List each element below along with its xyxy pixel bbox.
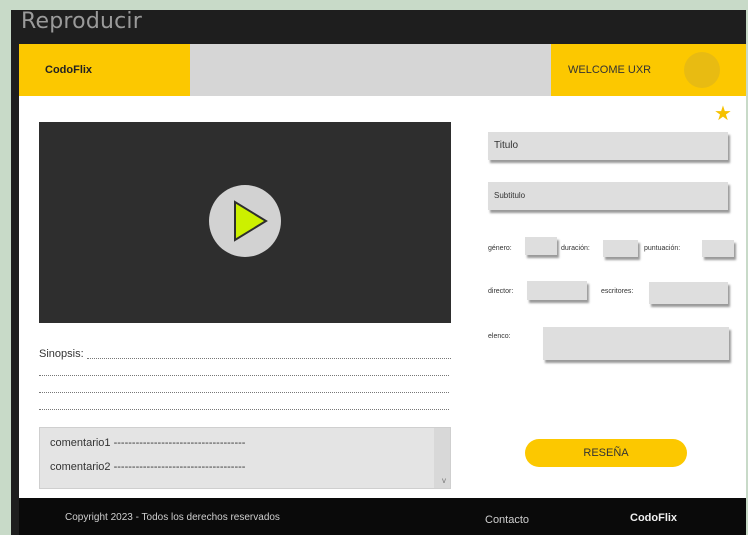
footer-brand[interactable]: CodoFlix <box>630 512 677 524</box>
title-placeholder: Titulo <box>494 140 519 151</box>
director-field[interactable] <box>527 281 587 300</box>
subtitle-field[interactable]: Subtitulo <box>488 182 728 210</box>
review-button[interactable]: RESEÑA <box>525 439 687 467</box>
window-title: Reproducir <box>21 9 142 34</box>
footer: Copyright 2023 - Todos los derechos rese… <box>19 498 746 535</box>
synopsis-line <box>39 409 449 410</box>
rating-label: puntuación: <box>644 245 681 252</box>
brand-box: CodoFlix <box>19 44 190 96</box>
writers-label: escritores: <box>601 288 634 295</box>
duration-label: duración: <box>561 245 590 252</box>
comments-list[interactable]: comentario1 ----------------------------… <box>39 427 451 489</box>
star-icon[interactable]: ★ <box>714 104 732 124</box>
rating-field[interactable] <box>702 240 734 257</box>
welcome-box: WELCOME UXR <box>551 44 746 96</box>
cast-label: elenco: <box>488 333 511 340</box>
header: CodoFlix WELCOME UXR <box>19 44 746 96</box>
play-button[interactable] <box>209 185 281 257</box>
comments-scrollbar[interactable]: v <box>434 428 450 488</box>
video-player[interactable] <box>39 122 451 323</box>
comment-item: comentario1 ----------------------------… <box>50 437 246 449</box>
welcome-text: WELCOME UXR <box>568 64 652 76</box>
duration-field[interactable] <box>603 240 638 257</box>
synopsis-line <box>39 392 449 393</box>
main-content: Sinopsis: comentario1 ------------------… <box>19 96 746 498</box>
copyright-text: Copyright 2023 - Todos los derechos rese… <box>65 512 280 523</box>
synopsis-label: Sinopsis: <box>39 348 84 360</box>
avatar[interactable] <box>684 52 720 88</box>
synopsis-line <box>39 375 449 376</box>
app-window: Reproducir CodoFlix WELCOME UXR Sinopsis… <box>11 9 746 535</box>
genre-field[interactable] <box>525 237 557 255</box>
comment-item: comentario2 ----------------------------… <box>50 461 246 473</box>
subtitle-placeholder: Subtitulo <box>494 191 526 200</box>
genre-label: género: <box>488 245 512 252</box>
scroll-down-icon[interactable]: v <box>442 476 446 485</box>
synopsis-line <box>87 358 451 359</box>
brand-logo[interactable]: CodoFlix <box>45 64 92 76</box>
play-icon <box>234 200 268 242</box>
cast-field[interactable] <box>543 327 729 360</box>
director-label: director: <box>488 288 514 295</box>
writers-field[interactable] <box>649 282 728 304</box>
contact-link[interactable]: Contacto <box>485 514 529 526</box>
title-field[interactable]: Titulo <box>488 132 728 160</box>
